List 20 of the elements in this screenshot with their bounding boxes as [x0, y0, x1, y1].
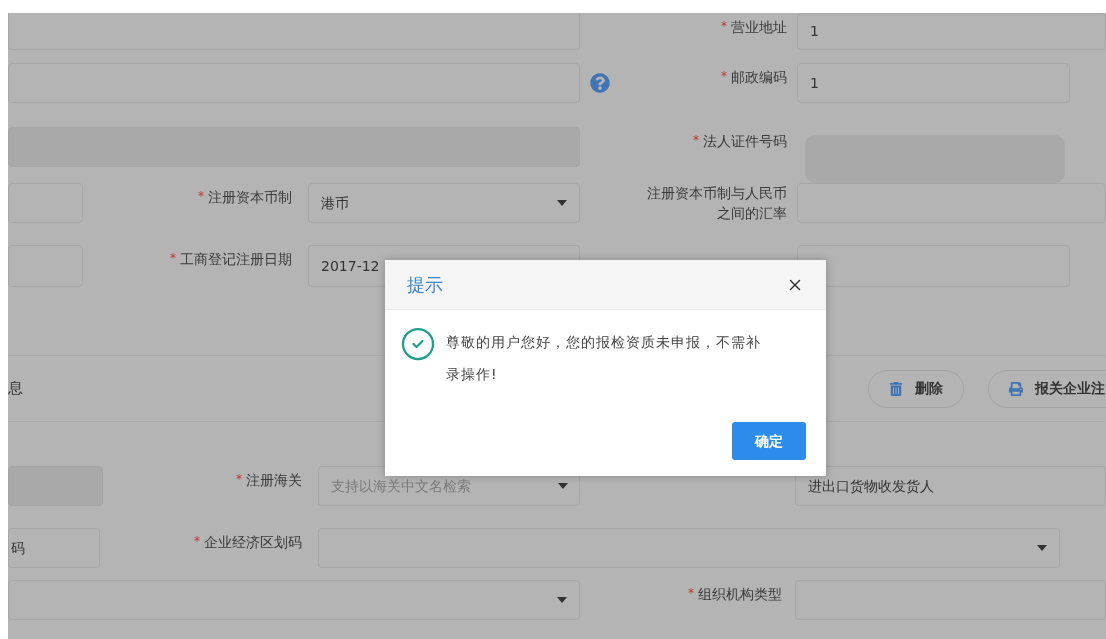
field-label: 注册资本币制与人民币 之间的汇率 — [647, 184, 787, 223]
required-mark: * — [198, 188, 204, 205]
required-mark: * — [693, 132, 699, 149]
field-label: 工商登记注册日期 — [180, 250, 292, 269]
field-label: 组织机构类型 — [698, 585, 782, 604]
required-mark: * — [236, 471, 242, 488]
field-label: 企业经济区划码 — [204, 533, 302, 552]
required-mark: * — [721, 18, 727, 35]
dialog-message: 尊敬的用户您好，您的报检资质未申报，不需补录操作! — [446, 333, 762, 384]
section-title: 息 — [8, 378, 23, 400]
field-label: 注册海关 — [246, 471, 302, 490]
required-mark: * — [194, 533, 200, 550]
field-label: 邮政编码 — [731, 68, 787, 87]
field-label: 营业地址 — [731, 18, 787, 37]
field-label: 法人证件号码 — [703, 132, 787, 151]
required-mark: * — [688, 585, 694, 602]
field-label: 注册资本币制 — [208, 188, 292, 207]
required-mark: * — [721, 68, 727, 85]
required-mark: * — [170, 250, 176, 267]
dialog-title: 提示 — [407, 273, 444, 297]
